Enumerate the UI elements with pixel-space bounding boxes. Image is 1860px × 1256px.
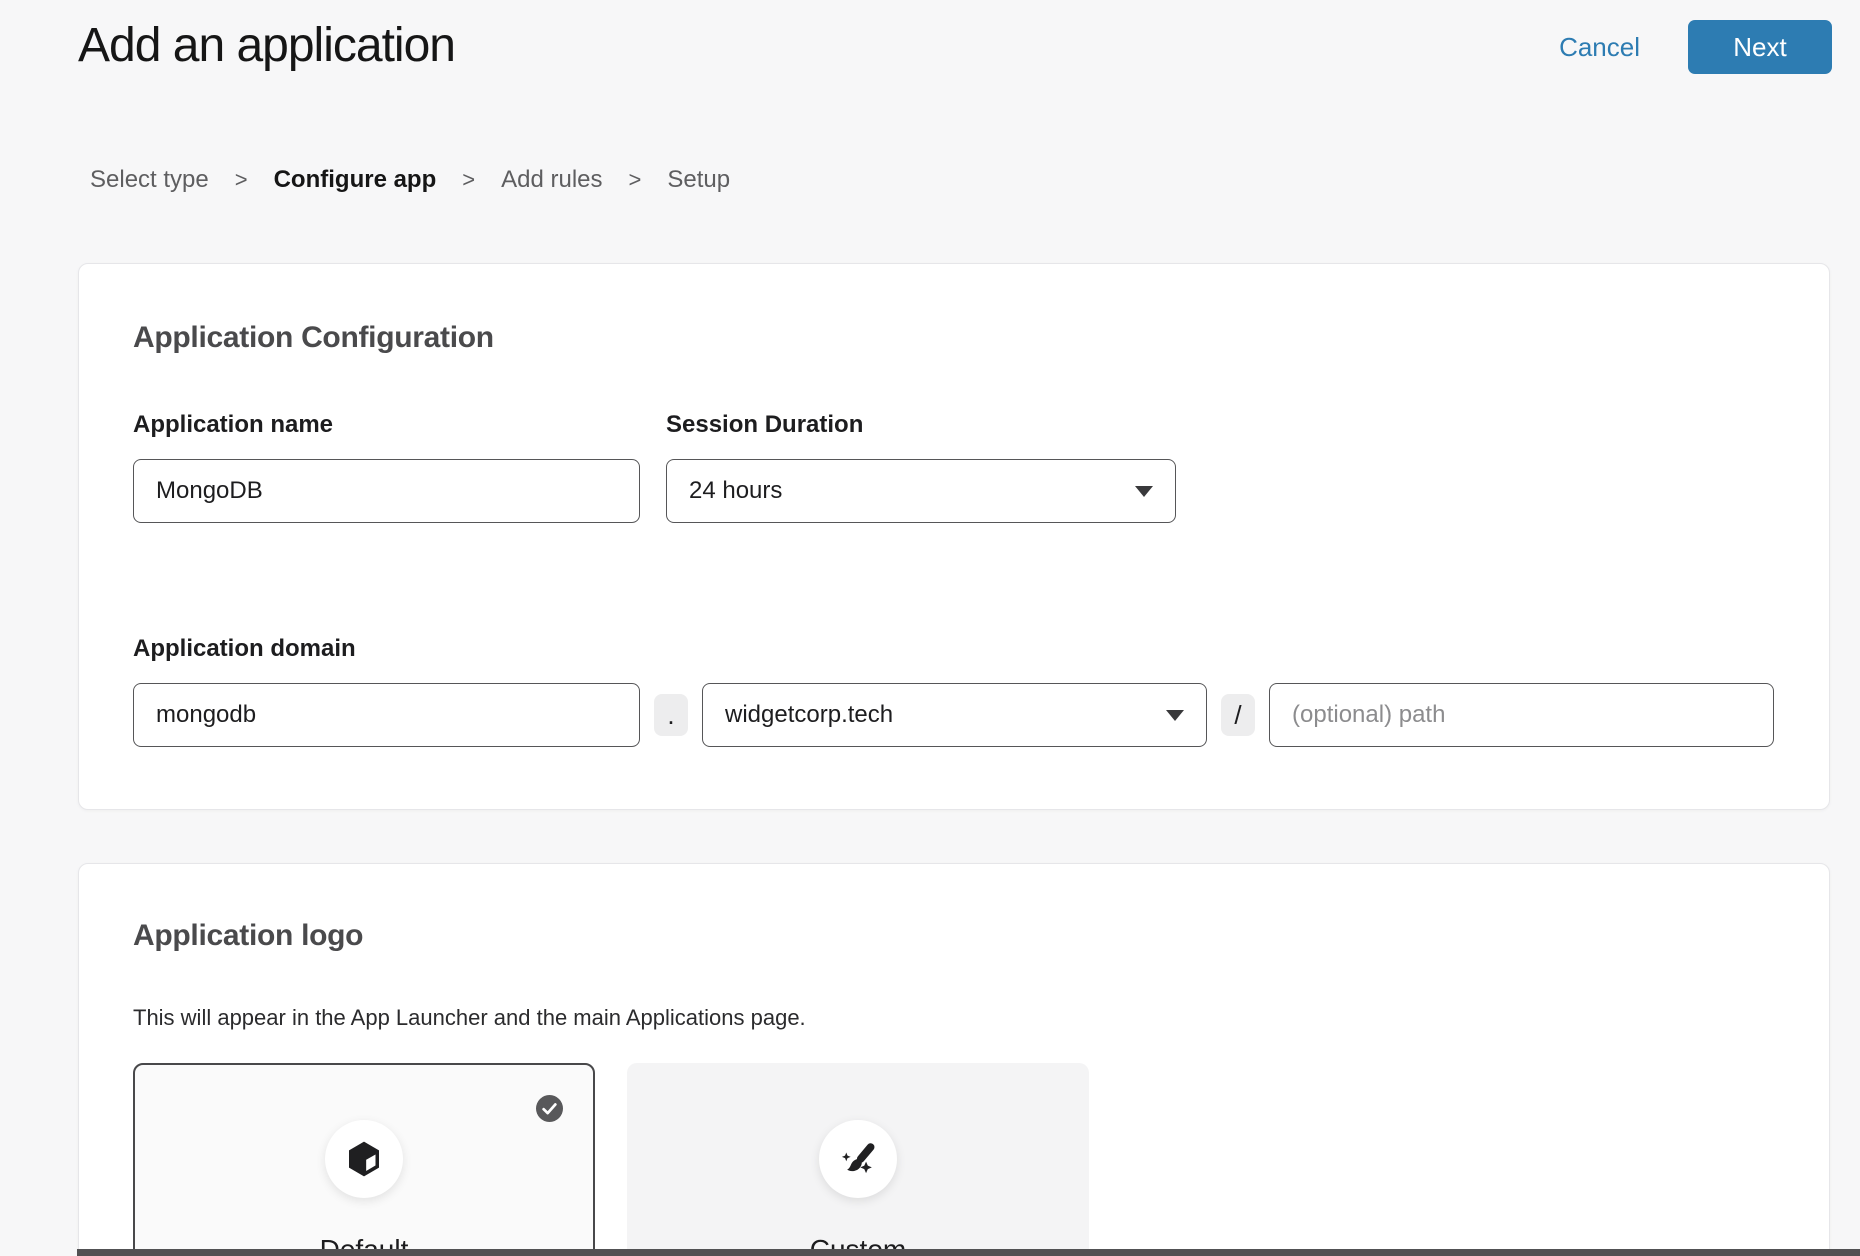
next-button[interactable]: Next: [1688, 20, 1832, 74]
dot-separator: .: [654, 694, 688, 736]
chevron-right-icon: >: [235, 167, 248, 193]
domain-select-value: widgetcorp.tech: [725, 701, 893, 729]
custom-logo-circle: [819, 1120, 897, 1198]
header-actions: Cancel Next: [1559, 20, 1832, 74]
config-card-title: Application Configuration: [133, 321, 1775, 355]
domain-select[interactable]: widgetcorp.tech: [702, 683, 1207, 747]
application-domain-label: Application domain: [133, 635, 1775, 663]
paintbrush-icon: [837, 1138, 879, 1180]
subdomain-input[interactable]: [133, 683, 640, 747]
caret-down-icon: [1166, 710, 1184, 721]
application-configuration-card: Application Configuration Application na…: [78, 263, 1830, 810]
check-icon: [536, 1095, 563, 1122]
default-logo-circle: [325, 1120, 403, 1198]
breadcrumb: Select type > Configure app > Add rules …: [90, 166, 730, 194]
session-duration-value: 24 hours: [689, 477, 782, 505]
application-logo-card: Application logo This will appear in the…: [78, 863, 1830, 1256]
selected-check-badge: [536, 1095, 563, 1122]
chevron-right-icon: >: [462, 167, 475, 193]
logo-option-custom[interactable]: Custom: [627, 1063, 1089, 1256]
application-name-label: Application name: [133, 411, 640, 439]
chevron-right-icon: >: [629, 167, 642, 193]
logo-options: Default Custom: [133, 1063, 1775, 1256]
progress-bar: [77, 1249, 1860, 1256]
logo-card-description: This will appear in the App Launcher and…: [133, 1005, 1775, 1031]
slash-separator: /: [1221, 694, 1255, 736]
add-application-page: Add an application Cancel Next Select ty…: [0, 0, 1860, 1256]
caret-down-icon: [1135, 486, 1153, 497]
logo-option-default[interactable]: Default: [133, 1063, 595, 1256]
step-setup: Setup: [667, 166, 730, 194]
step-add-rules: Add rules: [501, 166, 602, 194]
logo-card-title: Application logo: [133, 919, 1775, 953]
step-select-type: Select type: [90, 166, 209, 194]
session-duration-select[interactable]: 24 hours: [666, 459, 1176, 523]
page-title: Add an application: [78, 18, 455, 73]
path-input[interactable]: [1269, 683, 1774, 747]
step-configure-app: Configure app: [274, 166, 437, 194]
session-duration-label: Session Duration: [666, 411, 1176, 439]
cube-icon: [344, 1139, 384, 1179]
application-name-input[interactable]: [133, 459, 640, 523]
cancel-button[interactable]: Cancel: [1559, 32, 1640, 63]
